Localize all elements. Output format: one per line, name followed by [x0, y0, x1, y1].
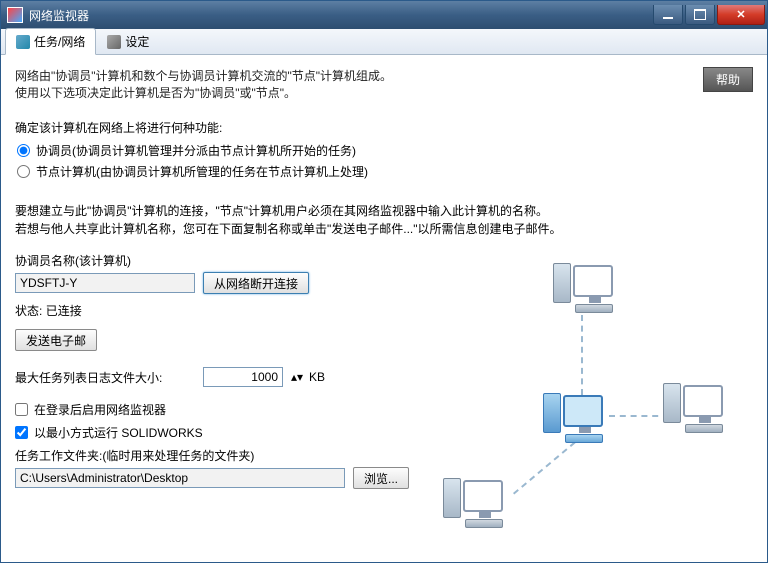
checkbox-label: 在登录后启用网络监视器	[34, 401, 166, 418]
window-buttons	[651, 5, 765, 25]
app-window: 网络监视器 任务/网络 设定 网络由"协调员"计算机和数个与协调员计算机交流的"…	[0, 0, 768, 563]
connection-line	[609, 415, 669, 417]
log-size-label: 最大任务列表日志文件大小:	[15, 369, 195, 386]
tasks-network-icon	[16, 35, 30, 49]
tab-bar: 任务/网络 设定	[1, 29, 767, 55]
tab-label: 任务/网络	[34, 33, 85, 50]
browse-button[interactable]: 浏览...	[353, 467, 409, 489]
radio-node-input[interactable]	[17, 165, 30, 178]
computer-icon	[663, 375, 723, 435]
connection-line	[581, 315, 583, 395]
checkbox-run-minimized-input[interactable]	[15, 426, 28, 439]
radio-node[interactable]: 节点计算机(由协调员计算机所管理的任务在节点计算机上处理)	[17, 163, 753, 180]
connection-paragraph: 要想建立与此"协调员"计算机的连接，"节点"计算机用户必须在其网络监视器中输入此…	[15, 202, 753, 238]
disconnect-button[interactable]: 从网络断开连接	[203, 272, 309, 294]
radio-coordinator-input[interactable]	[17, 144, 30, 157]
coordinator-name-input[interactable]	[15, 273, 195, 293]
tab-settings[interactable]: 设定	[96, 28, 160, 54]
para-line: 要想建立与此"协调员"计算机的连接，"节点"计算机用户必须在其网络监视器中输入此…	[15, 202, 753, 220]
network-illustration	[423, 255, 743, 555]
close-button[interactable]	[717, 5, 765, 25]
computer-center-icon	[543, 385, 603, 445]
radio-label: 节点计算机(由协调员计算机所管理的任务在节点计算机上处理)	[36, 163, 368, 180]
titlebar[interactable]: 网络监视器	[1, 1, 767, 29]
app-icon	[7, 7, 23, 23]
work-folder-input[interactable]	[15, 468, 345, 488]
radio-coordinator[interactable]: 协调员(协调员计算机管理并分派由节点计算机所开始的任务)	[17, 142, 753, 159]
log-size-unit: KB	[309, 370, 325, 384]
intro-line: 使用以下选项决定此计算机是否为"协调员"或"节点"。	[15, 84, 753, 101]
status-value: 已连接	[46, 304, 82, 318]
para-line: 若想与他人共享此计算机名称，您可在下面复制名称或单击"发送电子邮件..."以所需…	[15, 220, 753, 238]
settings-icon	[107, 35, 121, 49]
intro-text: 网络由"协调员"计算机和数个与协调员计算机交流的"节点"计算机组成。 使用以下选…	[15, 67, 753, 101]
computer-icon	[443, 470, 503, 530]
window-title: 网络监视器	[29, 7, 651, 24]
checkbox-start-on-login-input[interactable]	[15, 403, 28, 416]
connection-line	[513, 442, 576, 495]
radio-label: 协调员(协调员计算机管理并分派由节点计算机所开始的任务)	[36, 142, 356, 159]
maximize-button[interactable]	[685, 5, 715, 25]
minimize-button[interactable]	[653, 5, 683, 25]
help-button[interactable]: 帮助	[703, 67, 753, 92]
spinner-icon[interactable]: ▴▾	[291, 370, 301, 384]
intro-line: 网络由"协调员"计算机和数个与协调员计算机交流的"节点"计算机组成。	[15, 67, 753, 84]
send-email-button[interactable]: 发送电子邮	[15, 329, 97, 351]
content-panel: 网络由"协调员"计算机和数个与协调员计算机交流的"节点"计算机组成。 使用以下选…	[1, 55, 767, 562]
tab-label: 设定	[125, 33, 149, 50]
computer-icon	[553, 255, 613, 315]
tab-tasks-network[interactable]: 任务/网络	[5, 28, 96, 55]
log-size-input[interactable]	[203, 367, 283, 387]
role-prompt: 确定该计算机在网络上将进行何种功能:	[15, 119, 753, 136]
checkbox-label: 以最小方式运行 SOLIDWORKS	[34, 424, 203, 441]
status-label: 状态:	[15, 304, 42, 318]
